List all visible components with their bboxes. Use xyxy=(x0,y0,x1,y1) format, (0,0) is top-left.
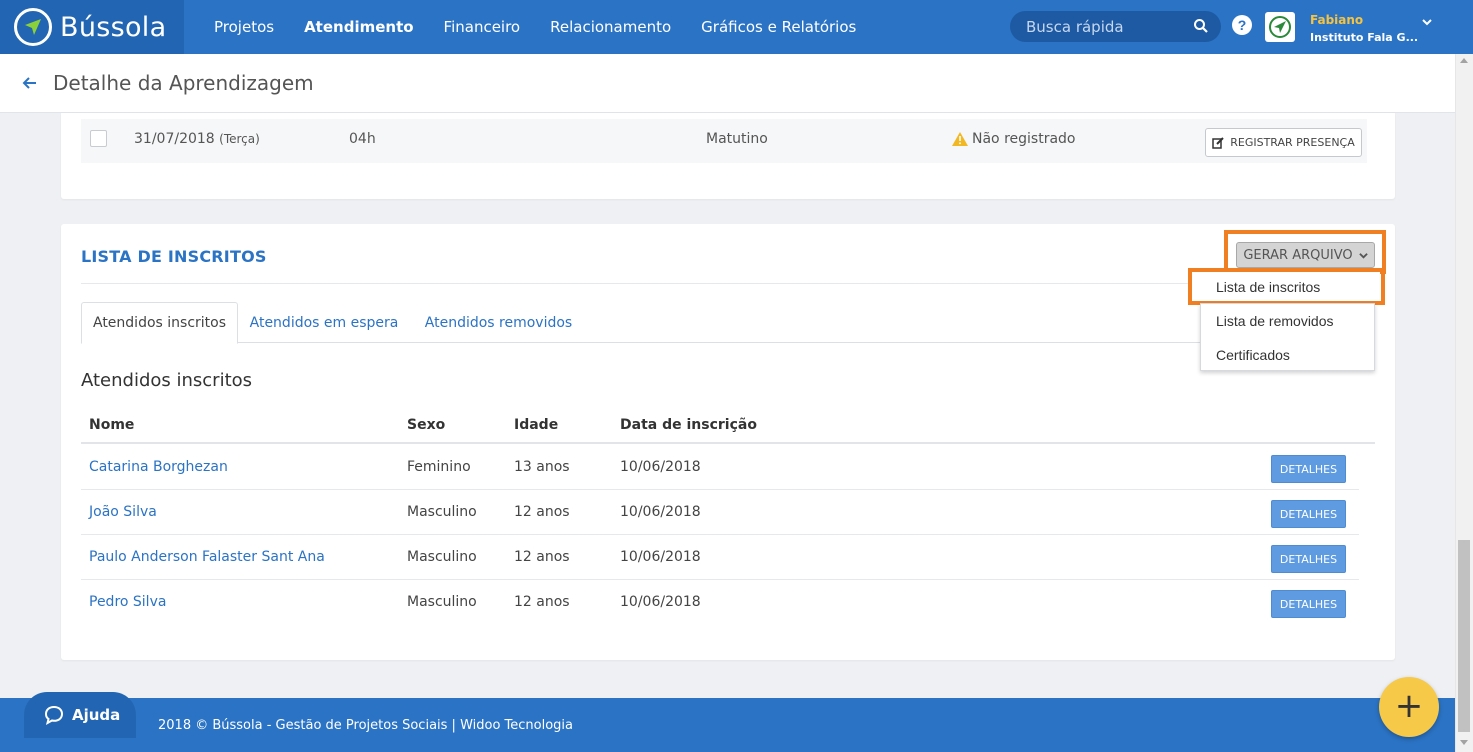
user-name: Fabiano xyxy=(1310,13,1364,27)
add-fab-button[interactable]: + xyxy=(1379,677,1439,737)
enrollee-date: 10/06/2018 xyxy=(620,549,701,565)
nav-item-graficos-relatorios[interactable]: Gráficos e Relatórios xyxy=(701,18,856,36)
top-navbar: Bússola Projetos Atendimento Financeiro … xyxy=(0,0,1473,54)
details-button[interactable]: DETALHES xyxy=(1271,545,1346,573)
enrollee-date: 10/06/2018 xyxy=(620,459,701,475)
details-button[interactable]: DETALHES xyxy=(1271,455,1346,483)
enrollee-name-link[interactable]: João Silva xyxy=(89,504,157,520)
nav-item-financeiro[interactable]: Financeiro xyxy=(444,18,521,36)
attendance-date-value: 31/07/2018 xyxy=(134,131,215,147)
footer: 2018 © Bússola - Gestão de Projetos Soci… xyxy=(0,698,1455,752)
attendance-status-text: Não registrado xyxy=(972,131,1076,147)
section-title: LISTA DE INSCRITOS xyxy=(81,247,267,266)
search-input[interactable]: Busca rápida xyxy=(1010,11,1221,42)
attendance-shift: Matutino xyxy=(706,131,768,147)
register-attendance-label: REGISTRAR PRESENÇA xyxy=(1230,136,1355,149)
register-attendance-button[interactable]: REGISTRAR PRESENÇA xyxy=(1205,128,1362,157)
scroll-down-icon[interactable] xyxy=(1460,740,1468,745)
enrollee-name-link[interactable]: Pedro Silva xyxy=(89,594,166,610)
help-chat-label: Ajuda xyxy=(72,706,121,724)
attendance-weekday: (Terça) xyxy=(219,132,260,146)
nav-item-atendimento[interactable]: Atendimento xyxy=(304,18,413,36)
column-header-idade[interactable]: Idade xyxy=(514,417,558,433)
search-placeholder: Busca rápida xyxy=(1026,17,1124,36)
enrollee-name-link[interactable]: Catarina Borghezan xyxy=(89,459,228,475)
enrollee-age: 13 anos xyxy=(514,459,570,475)
attendance-status: Não registrado xyxy=(952,131,1075,147)
footer-text: 2018 © Bússola - Gestão de Projetos Soci… xyxy=(158,718,574,733)
main-nav: Projetos Atendimento Financeiro Relacion… xyxy=(199,0,871,54)
table-row: Pedro Silva Masculino 12 anos 10/06/2018… xyxy=(81,580,1359,625)
menu-item-lista-removidos[interactable]: Lista de removidos xyxy=(1216,313,1334,329)
user-organization: Instituto Fala G... xyxy=(1310,31,1419,44)
attendance-row: 31/07/2018 (Terça) 04h Matutino Não regi… xyxy=(81,119,1367,163)
avatar[interactable] xyxy=(1265,12,1295,42)
column-header-sexo[interactable]: Sexo xyxy=(407,417,445,433)
enrollee-date: 10/06/2018 xyxy=(620,504,701,520)
brand-name: Bússola xyxy=(60,11,167,43)
tab-atendidos-em-espera[interactable]: Atendidos em espera xyxy=(241,302,407,343)
back-arrow-icon[interactable] xyxy=(22,75,38,91)
enrollee-sex: Masculino xyxy=(407,594,477,610)
page-header: Detalhe da Aprendizagem xyxy=(0,54,1455,113)
attendance-date: 31/07/2018 (Terça) xyxy=(134,131,260,147)
edit-icon xyxy=(1212,136,1224,149)
scroll-up-icon[interactable] xyxy=(1460,58,1468,63)
enrollee-age: 12 anos xyxy=(514,594,570,610)
compass-logo-icon xyxy=(14,8,52,46)
table-row: Catarina Borghezan Feminino 13 anos 10/0… xyxy=(81,445,1359,490)
page-title: Detalhe da Aprendizagem xyxy=(53,71,314,95)
table-row: Paulo Anderson Falaster Sant Ana Masculi… xyxy=(81,535,1359,580)
chevron-down-icon[interactable] xyxy=(1421,16,1433,28)
section-divider xyxy=(81,283,1375,284)
help-chat-button[interactable]: Ajuda xyxy=(24,692,136,738)
details-button[interactable]: DETALHES xyxy=(1271,500,1346,528)
chat-bubble-icon xyxy=(44,705,64,725)
column-header-nome[interactable]: Nome xyxy=(89,417,134,433)
enrolled-tabs: Atendidos inscritos Atendidos em espera … xyxy=(81,302,1375,344)
search-icon[interactable] xyxy=(1193,18,1209,34)
enrollee-date: 10/06/2018 xyxy=(620,594,701,610)
enrollee-age: 12 anos xyxy=(514,549,570,565)
warning-icon xyxy=(952,132,968,146)
org-logo-icon xyxy=(1269,16,1291,38)
attendance-card: 31/07/2018 (Terça) 04h Matutino Não regi… xyxy=(61,113,1395,199)
attendance-hours: 04h xyxy=(349,131,376,147)
enrollee-sex: Feminino xyxy=(407,459,471,475)
enrollee-sex: Masculino xyxy=(407,504,477,520)
brand-logo-link[interactable]: Bússola xyxy=(0,0,184,54)
menu-item-certificados[interactable]: Certificados xyxy=(1216,347,1290,363)
attendance-checkbox[interactable] xyxy=(90,130,107,147)
enrollee-name-link[interactable]: Paulo Anderson Falaster Sant Ana xyxy=(89,549,325,565)
nav-item-projetos[interactable]: Projetos xyxy=(214,18,274,36)
help-icon[interactable]: ? xyxy=(1232,15,1252,35)
table-row: João Silva Masculino 12 anos 10/06/2018 … xyxy=(81,490,1359,535)
tab-content-title: Atendidos inscritos xyxy=(81,370,253,391)
table-header: Nome Sexo Idade Data de inscrição xyxy=(81,404,1375,444)
menu-item-highlight xyxy=(1188,268,1385,305)
dropdown-menu-list: Lista de removidos Certificados xyxy=(1200,303,1375,371)
scrollbar-thumb[interactable] xyxy=(1458,540,1470,732)
column-header-data-inscricao[interactable]: Data de inscrição xyxy=(620,417,757,433)
enrollee-age: 12 anos xyxy=(514,504,570,520)
tab-atendidos-removidos[interactable]: Atendidos removidos xyxy=(411,302,586,343)
details-button[interactable]: DETALHES xyxy=(1271,590,1346,618)
enrollee-sex: Masculino xyxy=(407,549,477,565)
nav-item-relacionamento[interactable]: Relacionamento xyxy=(550,18,671,36)
tab-atendidos-inscritos[interactable]: Atendidos inscritos xyxy=(81,302,238,344)
